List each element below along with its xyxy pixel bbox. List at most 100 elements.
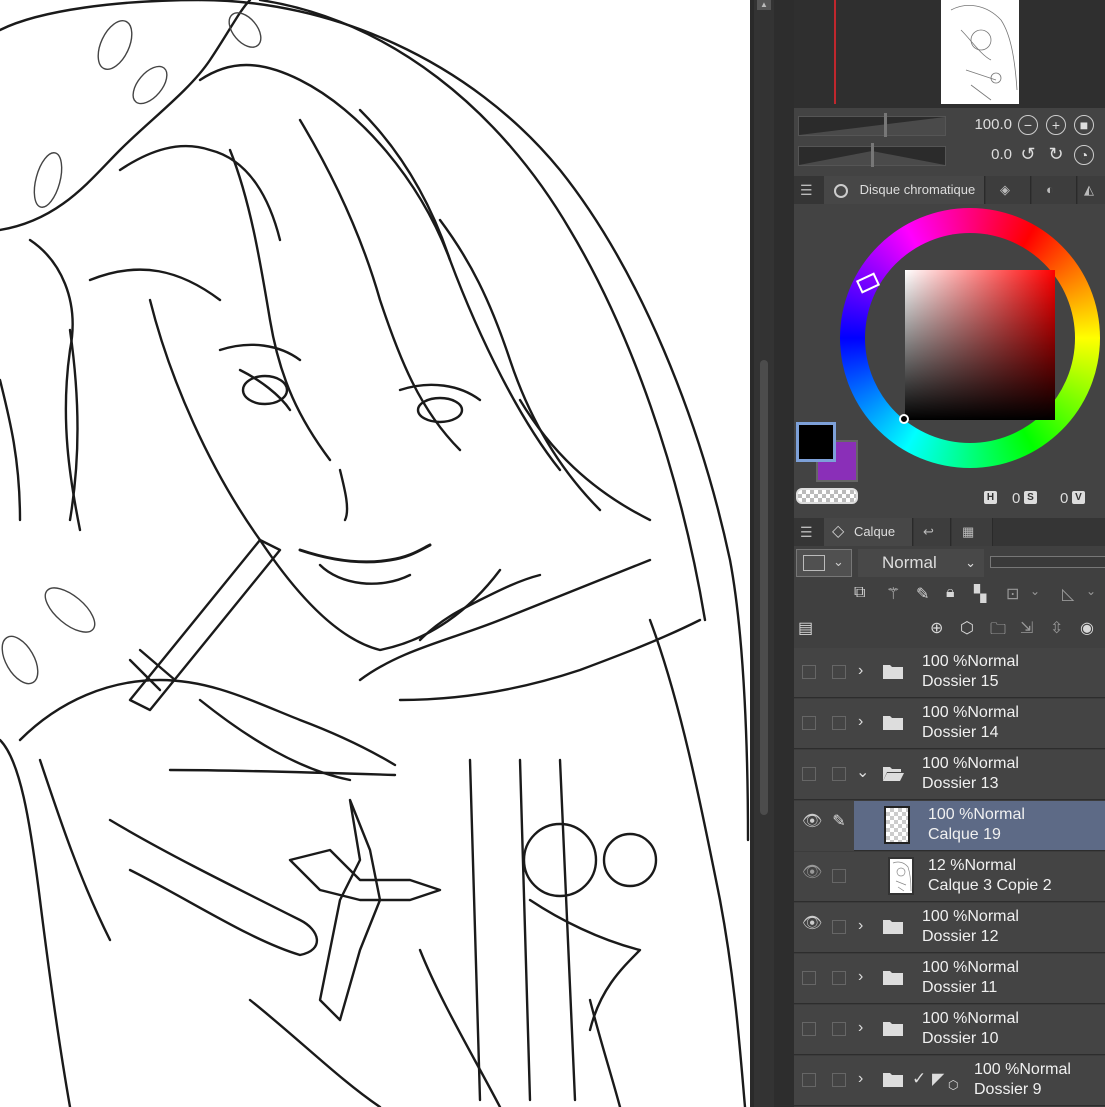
chevron-right-icon[interactable]: › (858, 968, 863, 986)
visibility-toggle[interactable] (802, 1073, 816, 1087)
edit-lock-toggle[interactable] (832, 716, 846, 730)
chevron-right-icon[interactable]: › (858, 917, 863, 935)
visibility-toggle[interactable] (802, 1022, 816, 1036)
visibility-toggle[interactable] (802, 665, 816, 679)
layer-row[interactable]: › 100 %Normal Dossier 10 (794, 1005, 1105, 1055)
layer-name[interactable]: Dossier 14 (922, 724, 998, 742)
draft-layer-icon[interactable]: ✎ (916, 584, 929, 604)
edit-lock-toggle[interactable] (832, 767, 846, 781)
reference-layer-icon[interactable]: ⚚ (886, 584, 900, 604)
ruler-chevron-icon[interactable]: ⌄ (1086, 584, 1096, 598)
layer-row[interactable]: › 100 %Normal Dossier 11 (794, 954, 1105, 1004)
right-panel: 100.0 − + ■ 0.0 ↺ ↻ ◔ ☰ Disque chromatiq… (794, 0, 1105, 1107)
layer-property-icon[interactable]: ▤ (798, 618, 813, 638)
tab-color-wheel[interactable]: Disque chromatique (824, 176, 985, 204)
zoom-value[interactable]: 100.0 (948, 116, 1012, 133)
zoom-slider[interactable] (798, 116, 946, 136)
layer-name[interactable]: Dossier 10 (922, 1030, 998, 1048)
saturation-value-square[interactable] (905, 270, 1055, 420)
lock-layer-icon[interactable]: 🔒︎ (946, 584, 955, 602)
new-folder-icon[interactable]: 🗀︎ (990, 618, 1006, 645)
opacity-slider[interactable] (990, 556, 1105, 568)
layer-name[interactable]: Dossier 15 (922, 673, 998, 691)
tab-layer[interactable]: ◇ Calque (824, 518, 913, 546)
tab-timeline[interactable]: ▦ (952, 518, 993, 546)
drawing-canvas[interactable] (0, 0, 750, 1107)
transparent-color-swatch[interactable] (796, 488, 858, 504)
rotate-value[interactable]: 0.0 (948, 146, 1012, 163)
edit-lock-toggle[interactable] (832, 1073, 846, 1087)
zoom-out-icon[interactable]: − (1018, 115, 1038, 135)
layer-row[interactable]: › 100 %Normal Dossier 14 (794, 699, 1105, 749)
blend-mode-select[interactable]: Normal ⌄ (858, 549, 984, 577)
zoom-slider-knob[interactable] (884, 113, 887, 137)
layer-row[interactable]: › 100 %Normal Dossier 15 (794, 648, 1105, 698)
layer-row[interactable]: ⌄ 100 %Normal Dossier 13 (794, 750, 1105, 800)
layer-name[interactable]: Calque 3 Copie 2 (928, 877, 1052, 895)
chevron-right-icon[interactable]: › (858, 662, 863, 680)
navigator-view-frame (834, 0, 836, 104)
visibility-toggle[interactable] (802, 767, 816, 781)
edit-lock-toggle[interactable] (832, 971, 846, 985)
visibility-toggle[interactable] (802, 971, 816, 985)
transfer-to-lower-layer-icon[interactable]: ⇲ (1020, 618, 1033, 638)
scrollbar-thumb[interactable] (760, 360, 768, 815)
create-mask-icon[interactable]: ◉ (1080, 618, 1094, 638)
layer-color-icon (803, 555, 825, 571)
merge-layer-icon[interactable]: ⇳ (1050, 618, 1063, 638)
saturation-value[interactable]: 0 (1060, 490, 1068, 507)
layer-row[interactable]: › ✓ ◤ ⬡ 100 %Normal Dossier 9 (794, 1056, 1105, 1106)
zoom-in-icon[interactable]: + (1046, 115, 1066, 135)
eye-icon[interactable]: 👁︎ (802, 865, 822, 881)
visibility-toggle[interactable] (802, 716, 816, 730)
edit-lock-toggle[interactable] (832, 665, 846, 679)
sv-picker-cursor[interactable] (899, 414, 909, 424)
color-wheel-tab-icon (834, 183, 848, 198)
menu-icon[interactable]: ☰ (800, 182, 813, 199)
lock-transparency-icon[interactable]: ▚ (974, 584, 986, 604)
chevron-right-icon[interactable]: › (858, 713, 863, 731)
layer-color-dropdown[interactable]: ⌄ (796, 549, 852, 577)
fit-window-icon[interactable]: ■ (1074, 115, 1094, 135)
chevron-right-icon[interactable]: › (858, 1019, 863, 1037)
pen-icon[interactable]: ✎ (832, 814, 846, 830)
ruler-range-icon[interactable]: ◺ (1062, 584, 1074, 604)
tab-intermediate-color[interactable]: ◐ (1032, 176, 1077, 204)
eye-icon[interactable]: 👁︎ (802, 916, 822, 932)
layer-name[interactable]: Dossier 9 (974, 1081, 1042, 1099)
navigator-thumbnail[interactable] (941, 0, 1019, 104)
layer-row-selected[interactable]: 👁︎ ✎ 100 %Normal Calque 19 (794, 801, 1105, 851)
mask-enable-icon[interactable]: ⊡ (1006, 584, 1019, 604)
rotate-right-icon[interactable]: ↻ (1046, 145, 1066, 165)
chevron-down-icon[interactable]: ⌄ (856, 762, 869, 782)
layer-list[interactable]: › 100 %Normal Dossier 15 › 100 %Normal D… (794, 648, 1105, 1107)
layer-name[interactable]: Calque 19 (928, 826, 1001, 844)
scroll-up-icon[interactable]: ▲ (757, 0, 771, 10)
layer-row[interactable]: 👁︎ 12 %Normal Calque 3 Copie 2 (794, 852, 1105, 902)
tab-history[interactable]: ↩ (914, 518, 951, 546)
hue-value[interactable]: 0 (1012, 490, 1020, 507)
layer-name[interactable]: Dossier 11 (922, 979, 997, 997)
reset-rotation-icon[interactable]: ◔ (1074, 145, 1094, 165)
folder-icon (883, 1073, 903, 1087)
chevron-right-icon[interactable]: › (858, 1070, 863, 1088)
tab-color-set[interactable]: ◈ (986, 176, 1031, 204)
edit-lock-toggle[interactable] (832, 1022, 846, 1036)
main-color-swatch[interactable] (796, 422, 836, 462)
new-raster-layer-icon[interactable]: ⊕ (930, 618, 943, 638)
navigator-preview[interactable] (794, 0, 1105, 108)
layer-row[interactable]: 👁︎ › 100 %Normal Dossier 12 (794, 903, 1105, 953)
canvas-vertical-scrollbar[interactable]: ▲ (754, 0, 774, 1107)
mask-chevron-icon[interactable]: ⌄ (1030, 584, 1040, 598)
edit-lock-toggle[interactable] (832, 920, 846, 934)
tab-approximate-color[interactable]: ◭ (1078, 176, 1105, 204)
edit-lock-toggle[interactable] (832, 869, 846, 883)
rotate-slider-knob[interactable] (871, 143, 874, 167)
eye-icon[interactable]: 👁︎ (802, 814, 822, 830)
layer-menu-icon[interactable]: ☰ (800, 524, 813, 541)
rotate-left-icon[interactable]: ↺ (1018, 145, 1038, 165)
clip-to-layer-below-icon[interactable]: ⧉ (854, 584, 865, 602)
layer-name[interactable]: Dossier 12 (922, 928, 998, 946)
layer-name[interactable]: Dossier 13 (922, 775, 998, 793)
new-vector-layer-icon[interactable]: ⬡ (960, 618, 974, 638)
